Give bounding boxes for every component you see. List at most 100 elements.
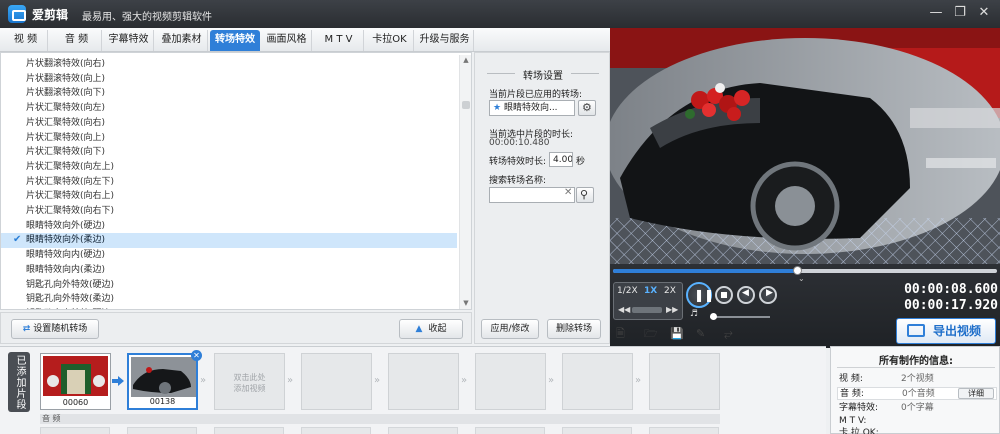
transition-list-item[interactable]: 片状汇聚特效(向左下) [1, 175, 457, 190]
clip-name: 00138 [149, 397, 176, 406]
pause-button[interactable]: ❚❚ [686, 282, 714, 308]
transition-list-item[interactable]: 片状翻滚特效(向右) [1, 57, 457, 72]
transition-list-item[interactable]: 片状汇聚特效(向下) [1, 145, 457, 160]
transition-name: 片状汇聚特效(向左上) [26, 161, 115, 172]
transition-list-item[interactable]: 片状汇聚特效(向右) [1, 116, 457, 131]
tab-overlay-materials[interactable]: 叠加素材 [156, 30, 208, 51]
save-icon[interactable]: 💾 [670, 328, 684, 340]
empty-clip-slot[interactable] [649, 353, 720, 410]
transition-list-item[interactable]: 片状汇聚特效(向右下) [1, 204, 457, 219]
speed-slider[interactable] [632, 307, 662, 313]
applied-transition-field[interactable]: ★ 眼睛特效向... [489, 100, 575, 116]
tab-mtv[interactable]: M T V [314, 30, 364, 51]
tab-audio[interactable]: 音 频 [52, 30, 102, 51]
chevron-right-icon: » [374, 375, 381, 386]
audio-slot[interactable] [127, 427, 197, 434]
transition-list-item[interactable]: 片状汇聚特效(向右上) [1, 189, 457, 204]
audio-slot[interactable] [475, 427, 545, 434]
open-folder-icon[interactable]: 🗁 [644, 328, 658, 340]
info-title: 所有制作的信息: [879, 356, 953, 367]
tab-upgrade-service[interactable]: 升级与服务 [416, 30, 474, 51]
search-label: 搜索转场名称: [489, 176, 547, 186]
audio-slot[interactable] [649, 427, 719, 434]
transition-list-item[interactable]: 眼睛特效向内(硬边) [1, 248, 457, 263]
tab-transitions[interactable]: 转场特效 [210, 30, 260, 51]
volume-knob[interactable] [710, 313, 717, 320]
search-input[interactable] [489, 187, 575, 203]
transition-name: 钥匙孔向外特效(柔边) [26, 294, 115, 305]
empty-clip-slot[interactable] [562, 353, 633, 410]
clear-icon[interactable]: ✕ [564, 187, 572, 198]
info-row-subtitles: 字幕特效: 0个字幕 [839, 403, 934, 413]
audio-slot[interactable] [562, 427, 632, 434]
empty-clip-slot[interactable] [475, 353, 546, 410]
details-button[interactable]: 详细 [958, 388, 994, 399]
volume-slider[interactable] [710, 313, 770, 320]
search-button[interactable]: ⚲ [576, 187, 594, 203]
video-preview [610, 28, 1000, 264]
empty-clip-slot[interactable] [388, 353, 459, 410]
clip-item[interactable]: 00060 [40, 353, 111, 410]
empty-clip-slot[interactable] [301, 353, 372, 410]
transition-list-item[interactable]: 眼睛特效向内(柔边) [1, 263, 457, 278]
transition-list-item[interactable]: 片状翻滚特效(向下) [1, 86, 457, 101]
random-transition-button[interactable]: ⇄ 设置随机转场 [11, 319, 99, 339]
audio-slot[interactable] [388, 427, 458, 434]
scroll-down-icon[interactable]: ▼ [460, 298, 471, 308]
arrow-right-icon [112, 376, 124, 386]
effect-duration-input[interactable]: 4.00 [549, 152, 573, 167]
volume-icon[interactable]: ♬ [690, 309, 698, 319]
new-file-icon[interactable]: 🗎 [616, 328, 628, 340]
transition-name: 片状汇聚特效(向下) [26, 147, 106, 158]
collapse-button[interactable]: ▲ 收起 [399, 319, 463, 339]
transition-list-item[interactable]: 片状汇聚特效(向上) [1, 131, 457, 146]
apply-transition-button[interactable]: 应用/修改 [481, 319, 539, 339]
close-icon[interactable]: ✕ [974, 4, 994, 22]
next-icon: ▶ [766, 288, 773, 298]
clip-duration-value: 00:00:10.480 [489, 138, 550, 148]
collapse-preview-icon[interactable]: ⌄ [798, 274, 805, 283]
tab-karaoke[interactable]: 卡拉OK [366, 30, 414, 51]
tab-video[interactable]: 视 频 [4, 30, 48, 51]
add-video-hint: 双击此处 添加视频 [233, 373, 266, 393]
empty-clip-slot[interactable]: 双击此处 添加视频 [214, 353, 285, 410]
share-icon[interactable]: ⥂ [724, 328, 736, 340]
next-frame-button[interactable]: ▶ [759, 286, 777, 304]
transition-name: 眼睛特效向外(硬边) [26, 220, 106, 231]
save-as-icon[interactable]: ✎ [696, 328, 708, 340]
transition-list-item[interactable]: 钥匙孔向外特效(柔边) [1, 292, 457, 307]
settings-gear-button[interactable]: ⚙ [578, 100, 596, 116]
speed-double[interactable]: 2X [664, 286, 676, 296]
transition-list-item[interactable]: ✔ 眼睛特效向外(柔边) [1, 233, 457, 249]
transition-list-item[interactable]: 片状翻滚特效(向上) [1, 72, 457, 87]
audio-slot[interactable] [301, 427, 371, 434]
rewind-icon[interactable]: ◀◀ [618, 305, 630, 314]
transition-list-item[interactable]: 眼睛特效向外(硬边) [1, 219, 457, 234]
minimize-icon[interactable]: — [926, 4, 946, 22]
previous-frame-button[interactable]: ◀ [737, 286, 755, 304]
tab-picture-style[interactable]: 画面风格 [262, 30, 312, 51]
speed-normal[interactable]: 1X [644, 286, 657, 296]
stop-button[interactable] [715, 286, 733, 304]
forward-icon[interactable]: ▶▶ [666, 305, 678, 314]
transition-list-item[interactable]: 片状汇聚特效(向左上) [1, 160, 457, 175]
scroll-thumb[interactable] [462, 101, 470, 109]
restore-icon[interactable]: ❐ [950, 4, 970, 22]
tab-subtitle-effects[interactable]: 字幕特效 [104, 30, 154, 51]
transition-list-item[interactable]: 钥匙孔向外特效(硬边) [1, 278, 457, 293]
playback-progress-bar[interactable] [613, 266, 997, 275]
delete-transition-button[interactable]: 删除转场 [547, 319, 601, 339]
transition-list-item[interactable]: 片状汇聚特效(向左) [1, 101, 457, 116]
remove-clip-icon[interactable]: ✕ [191, 350, 202, 361]
list-scrollbar[interactable]: ▲ ▼ [459, 55, 471, 309]
audio-slot[interactable] [214, 427, 284, 434]
divider [837, 367, 995, 368]
transition-list-item[interactable]: 钥匙孔向内特效(硬边) [1, 307, 457, 310]
scroll-up-icon[interactable]: ▲ [460, 55, 471, 65]
export-video-button[interactable]: 导出视频 [896, 318, 996, 344]
export-icon [907, 324, 925, 337]
transition-name: 片状翻滚特效(向右) [26, 59, 106, 69]
clip-item[interactable]: 00138 ✕ [127, 350, 202, 410]
audio-slot[interactable] [40, 427, 110, 434]
speed-half[interactable]: 1/2X [617, 286, 638, 296]
